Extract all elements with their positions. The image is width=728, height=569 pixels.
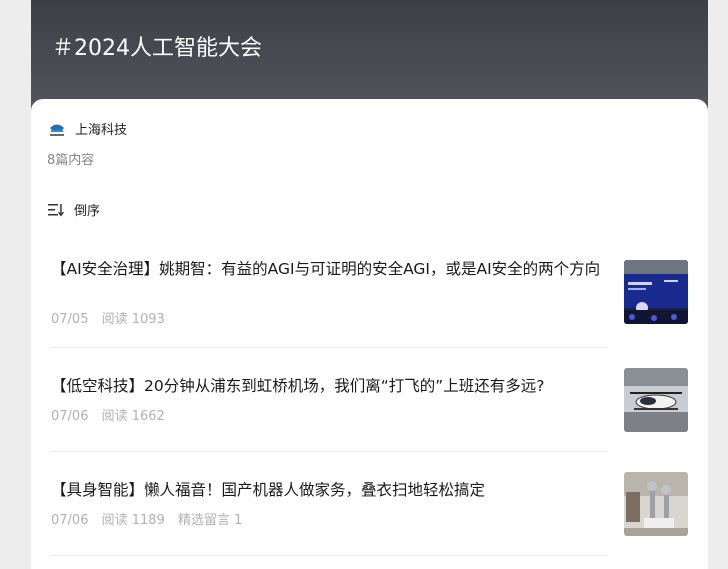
- article-meta: 07/06 阅读 1189 精选留言 1: [51, 509, 251, 528]
- article-date: 07/05: [51, 312, 89, 327]
- article-meta: 07/05 阅读 1093: [51, 308, 174, 327]
- account-logo: [48, 120, 66, 138]
- article-reads: 阅读 1093: [101, 312, 165, 327]
- account-row[interactable]: 上海科技: [48, 119, 127, 138]
- topic-page: ＃2024人工智能大会 上海科技 8篇内容 倒序 【AI安全治理】姚期智：有益的…: [31, 0, 708, 569]
- article-thumbnail: [624, 260, 688, 324]
- account-logo-icon: [50, 124, 64, 136]
- evtol-aircraft-photo: [624, 368, 688, 432]
- sort-descending-icon: [48, 203, 64, 217]
- article-thumbnail: [624, 472, 688, 536]
- article-reads: 阅读 1189: [101, 513, 165, 528]
- divider: [51, 451, 608, 452]
- divider: [51, 555, 608, 556]
- article-date: 07/06: [51, 513, 89, 528]
- account-name: 上海科技: [75, 123, 128, 138]
- article-date: 07/06: [51, 409, 89, 424]
- article-item[interactable]: 【低空科技】20分钟从浦东到虹桥机场，我们离“打飞的”上班还有多远? 07/06…: [51, 368, 688, 444]
- content-card: 上海科技 8篇内容 倒序 【AI安全治理】姚期智：有益的AGI与可证明的安全AG…: [31, 99, 708, 569]
- article-count: 8篇内容: [47, 153, 95, 168]
- article-thumbnail: [624, 368, 688, 432]
- sort-label: 倒序: [74, 204, 101, 219]
- conference-stage-photo: [624, 260, 688, 324]
- divider: [51, 347, 608, 348]
- article-title: 【低空科技】20分钟从浦东到虹桥机场，我们离“打飞的”上班还有多远?: [51, 377, 545, 395]
- article-item[interactable]: 【AI安全治理】姚期智：有益的AGI与可证明的安全AGI，或是AI安全的两个方向…: [51, 257, 688, 347]
- article-reads: 阅读 1662: [101, 409, 165, 424]
- sort-toggle[interactable]: 倒序: [48, 200, 100, 219]
- topic-title: ＃2024人工智能大会: [52, 36, 262, 61]
- robot-arm-photo: [624, 472, 688, 536]
- article-item[interactable]: 【具身智能】懒人福音！国产机器人做家务，叠衣扫地轻松搞定 07/06 阅读 11…: [51, 472, 688, 548]
- article-title: 【AI安全治理】姚期智：有益的AGI与可证明的安全AGI，或是AI安全的两个方向: [51, 260, 601, 278]
- article-meta: 07/06 阅读 1662: [51, 405, 174, 424]
- article-title: 【具身智能】懒人福音！国产机器人做家务，叠衣扫地轻松搞定: [51, 481, 486, 499]
- article-comments: 精选留言 1: [177, 513, 243, 528]
